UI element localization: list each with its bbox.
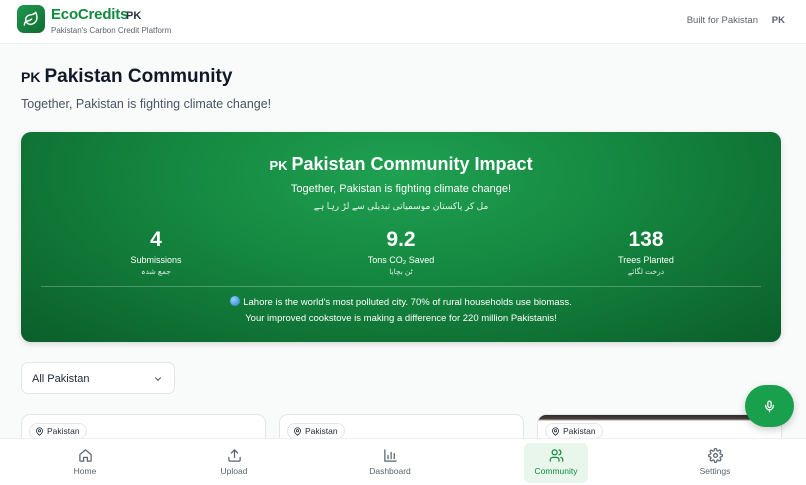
stat-label-urdu: ٹن بچایا: [389, 267, 413, 276]
community-impact-card: PK Pakistan Community Impact Together, Pa…: [21, 132, 781, 342]
nav-label: Settings: [699, 466, 731, 476]
nav-settings[interactable]: Settings: [683, 443, 747, 483]
stat-label-urdu: درخت لگائے: [627, 267, 665, 276]
impact-subtitle-urdu: مل کر پاکستان موسمیاتی تبدیلی سے لڑ رہا …: [313, 201, 489, 211]
nav-dashboard[interactable]: Dashboard: [358, 443, 422, 483]
chevron-down-icon: [154, 377, 162, 381]
nav-label: Home: [73, 466, 97, 476]
impact-title-text: Pakistan Community Impact: [291, 154, 533, 174]
impact-message: Your improved cookstove is making a diff…: [245, 313, 557, 324]
logo[interactable]: [17, 5, 45, 33]
stat-label: Submissions: [130, 255, 182, 265]
bar-chart-icon: [383, 449, 397, 462]
built-for-label: Built for Pakistan: [686, 15, 758, 26]
microphone-icon: [765, 399, 774, 413]
location-badge: Pakistan: [545, 423, 603, 439]
location-label: Pakistan: [47, 426, 80, 436]
nav-home[interactable]: Home: [53, 443, 117, 483]
location-label: Pakistan: [563, 426, 596, 436]
app-tagline: Pakistan's Carbon Credit Platform: [51, 26, 172, 35]
divider: [41, 286, 761, 287]
stat-label: Trees Planted: [618, 255, 674, 265]
nav-label: Upload: [220, 466, 248, 476]
stat-value: 4: [150, 228, 162, 251]
stat-value: 138: [628, 228, 664, 251]
map-pin-icon: [294, 426, 301, 436]
users-icon: [549, 449, 563, 462]
stat-trees-planted: 138 Trees Planted درخت لگائے: [566, 228, 726, 276]
nav-label: Community: [534, 466, 578, 476]
nav-label: Dashboard: [369, 466, 411, 476]
app-header: EcoCredits PK Pakistan's Carbon Credit P…: [0, 0, 806, 44]
page-title-flag: PK: [21, 69, 41, 85]
map-pin-icon: [552, 426, 559, 436]
impact-title-flag: PK: [269, 158, 288, 173]
location-badge: Pakistan: [29, 423, 87, 439]
home-icon: [78, 449, 92, 462]
impact-title: PK Pakistan Community Impact: [21, 154, 781, 175]
impact-subtitle: Together, Pakistan is fighting climate c…: [290, 183, 512, 195]
upload-icon: [227, 449, 241, 462]
nav-upload[interactable]: Upload: [202, 443, 266, 483]
bottom-navigation: Home Upload Dashboard Community Settings: [0, 438, 806, 485]
location-label: Pakistan: [305, 426, 338, 436]
globe-icon: [230, 296, 241, 306]
nav-community[interactable]: Community: [524, 443, 588, 483]
app-name: EcoCredits: [51, 6, 129, 23]
impact-fact: Lahore is the world's most polluted city…: [21, 296, 781, 308]
stat-value: 9.2: [386, 228, 416, 251]
gear-icon: [707, 448, 723, 463]
voice-input-button[interactable]: [745, 385, 794, 427]
stat-co2-saved: 9.2 Tons CO₂ Saved ٹن بچایا: [321, 228, 481, 276]
region-filter-select[interactable]: All Pakistan: [21, 362, 175, 394]
page-title-text: Pakistan Community: [44, 66, 233, 87]
flag-badge: PK: [126, 10, 142, 22]
map-pin-icon: [36, 426, 43, 436]
stat-submissions: 4 Submissions جمع شدہ: [76, 228, 236, 276]
built-for-flag: PK: [771, 15, 785, 26]
page-subtitle: Together, Pakistan is fighting climate c…: [21, 97, 272, 111]
stat-label: Tons CO₂ Saved: [367, 255, 435, 265]
page-title: PK Pakistan Community: [21, 66, 232, 88]
location-badge: Pakistan: [287, 423, 345, 439]
leaf-icon: [23, 11, 38, 26]
impact-fact-text: Lahore is the world's most polluted city…: [243, 297, 572, 308]
region-filter-value: All Pakistan: [32, 373, 90, 385]
stat-label-urdu: جمع شدہ: [141, 267, 171, 276]
